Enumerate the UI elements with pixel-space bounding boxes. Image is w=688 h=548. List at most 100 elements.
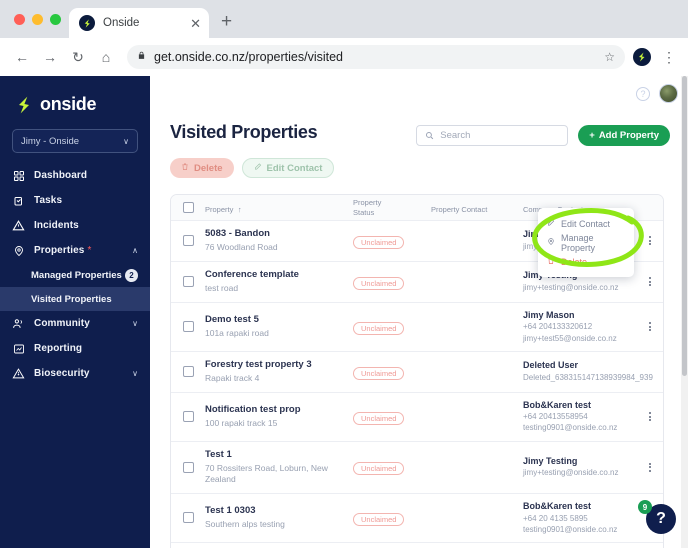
row-select-cell[interactable] (171, 411, 205, 423)
lock-icon (137, 48, 146, 66)
row-checkbox[interactable] (182, 512, 194, 524)
row-menu-cell[interactable] (637, 236, 663, 246)
table-row[interactable]: Test 1 70 Rossiters Road, Loburn, New Zea… (171, 441, 663, 494)
cell-property-status: Unclaimed (353, 363, 431, 381)
company-contact-name: Jimy Testing (523, 455, 578, 466)
row-menu-cell[interactable] (637, 322, 663, 332)
table-row[interactable]: Test 1 0303 Southern alps testing Unclaime… (171, 493, 663, 543)
row-select-cell[interactable] (171, 366, 205, 378)
forward-icon[interactable]: → (37, 44, 63, 70)
cell-property: Demo test 5 101a rapaki road (205, 314, 353, 340)
row-overflow-menu-icon[interactable] (649, 322, 651, 332)
sidebar-item-biosecurity[interactable]: Biosecurity ∨ (0, 361, 150, 386)
manage-property-icon (547, 237, 555, 248)
table-row[interactable]: Demo test 5 101a rapaki road Unclaimed Jimy… (171, 302, 663, 352)
sidebar-item-tasks[interactable]: Tasks (0, 188, 150, 213)
row-menu-cell[interactable] (637, 462, 663, 472)
menu-item-manage-property[interactable]: Manage Property (538, 233, 634, 253)
table-row[interactable]: Forestry test property 3 Rapaki track 4 Un… (171, 351, 663, 393)
header-property[interactable]: Property ↑ (205, 199, 353, 217)
row-overflow-menu-icon[interactable] (649, 412, 651, 422)
back-icon[interactable]: ← (9, 44, 35, 70)
bookmark-star-icon[interactable]: ☆ (604, 50, 615, 64)
brand: onside (0, 86, 150, 127)
status-badge: Unclaimed (353, 321, 405, 335)
row-menu-cell[interactable] (653, 367, 663, 376)
sidebar-item-community[interactable]: Community ∨ (0, 311, 150, 336)
row-checkbox[interactable] (182, 321, 194, 333)
maximize-window-button[interactable] (50, 13, 61, 25)
url-text: get.onside.co.nz/properties/visited (154, 50, 343, 64)
row-select-cell[interactable] (171, 235, 205, 247)
cell-property-status: Unclaimed (353, 318, 431, 336)
row-select-cell[interactable] (171, 512, 205, 524)
sidebar-item-incidents[interactable]: Incidents (0, 213, 150, 238)
help-icon[interactable]: ? (636, 86, 650, 101)
row-checkbox[interactable] (182, 366, 194, 378)
row-select-cell[interactable] (171, 321, 205, 333)
row-menu-cell[interactable] (637, 277, 663, 287)
sidebar-item-visited-properties[interactable]: Visited Properties (0, 287, 150, 311)
sidebar-item-reporting[interactable]: Reporting (0, 336, 150, 361)
row-select-cell[interactable] (171, 276, 205, 288)
delete-button[interactable]: Delete (170, 158, 234, 178)
new-tab-button[interactable]: + (221, 11, 232, 33)
sidebar-item-label: Reporting (34, 343, 83, 354)
row-checkbox[interactable] (182, 235, 194, 247)
edit-contact-button[interactable]: Edit Contact (241, 158, 335, 178)
window-controls[interactable] (10, 0, 69, 38)
page-scrollbar[interactable] (681, 76, 688, 548)
row-checkbox[interactable] (182, 276, 194, 288)
home-icon[interactable]: ⌂ (93, 44, 119, 70)
header-property-status-line1: Property (353, 198, 382, 208)
browser-toolbar: ← → ↻ ⌂ get.onside.co.nz/properties/visi… (0, 38, 688, 76)
page-scrollbar-thumb[interactable] (682, 76, 687, 376)
cell-property-status: Unclaimed (353, 509, 431, 527)
status-badge: Unclaimed (353, 366, 405, 380)
sidebar-item-dashboard[interactable]: Dashboard (0, 163, 150, 188)
property-address: 70 Rossiters Road, Loburn, New Zealand (205, 462, 328, 485)
company-contact-email: testing0901@onside.co.nz (523, 524, 618, 534)
sidebar-item-label: Dashboard (34, 170, 88, 181)
row-overflow-menu-icon[interactable] (649, 277, 651, 287)
header-property-contact[interactable]: Property Contact (431, 199, 523, 217)
reload-icon[interactable]: ↻ (65, 44, 91, 70)
close-window-button[interactable] (14, 13, 25, 25)
sidebar-item-managed-properties[interactable]: Managed Properties 2 (0, 263, 150, 287)
add-property-button[interactable]: + Add Property (578, 125, 670, 146)
select-all-checkbox[interactable] (182, 202, 194, 213)
minimize-window-button[interactable] (32, 13, 43, 25)
reporting-icon (12, 342, 25, 355)
company-contact-email: testing0901@onside.co.nz (523, 423, 618, 433)
search-input[interactable]: Search (416, 125, 569, 146)
menu-item-edit-contact[interactable]: Edit Contact (538, 214, 634, 233)
biosecurity-icon (12, 367, 25, 380)
row-context-menu[interactable]: Edit Contact Manage Property Delete (538, 208, 634, 277)
avatar[interactable] (659, 84, 678, 103)
table-row[interactable]: Notification test prop 100 rapaki track 1… (171, 392, 663, 442)
cell-property-status: Unclaimed (353, 273, 431, 291)
row-overflow-menu-icon[interactable] (649, 236, 651, 246)
menu-item-label: Delete (561, 256, 588, 267)
browser-menu-icon[interactable]: ⋮ (659, 49, 679, 66)
row-checkbox[interactable] (182, 411, 194, 423)
table-row[interactable]: test 2 0303Souther alps testing 2Unclaim… (171, 542, 663, 548)
org-selector[interactable]: Jimy - Onside ∨ (12, 129, 138, 153)
close-icon[interactable]: ✕ (190, 17, 201, 30)
row-select-cell[interactable] (171, 461, 205, 473)
row-menu-cell[interactable] (637, 412, 663, 422)
sidebar-item-properties[interactable]: Properties * ∧ (0, 238, 150, 263)
row-checkbox[interactable] (182, 461, 194, 473)
property-name: Demo test 5 (205, 313, 259, 325)
add-property-label: Add Property (598, 130, 659, 141)
select-all-cell[interactable] (171, 202, 205, 213)
chevron-down-icon: ∨ (132, 369, 138, 378)
browser-tab-onside[interactable]: Onside ✕ (69, 8, 209, 38)
address-bar[interactable]: get.onside.co.nz/properties/visited ☆ (127, 45, 625, 69)
onside-extension-icon[interactable] (633, 48, 651, 66)
menu-item-delete[interactable]: Delete (538, 252, 634, 271)
row-overflow-menu-icon[interactable] (649, 462, 651, 472)
header-property-status[interactable]: Property Status (353, 198, 431, 217)
chevron-down-icon: ∨ (132, 319, 138, 328)
status-badge: Unclaimed (353, 276, 405, 290)
